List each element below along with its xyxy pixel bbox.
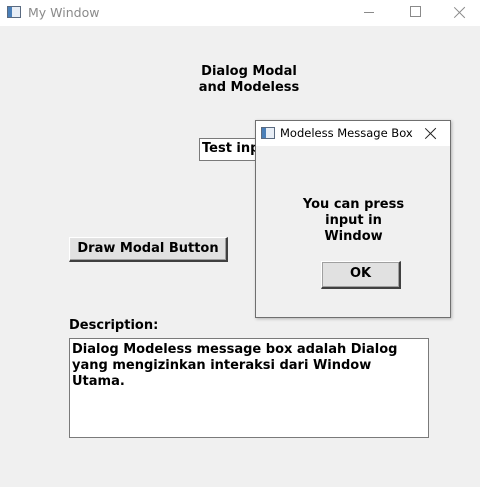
page-heading: Dialog Modal and Modeless [198,64,300,95]
close-button[interactable] [438,0,480,26]
dialog-title-bar[interactable]: Modeless Message Box [256,121,450,146]
maximize-button[interactable] [392,0,438,26]
description-label: Description: [69,318,159,333]
dialog-window-icon [261,127,275,139]
minimize-button[interactable] [346,0,392,26]
dialog-close-icon[interactable] [422,125,440,143]
description-textarea[interactable]: Dialog Modeless message box adalah Dialo… [69,338,429,438]
dialog-message: You can press input in Window [302,197,405,244]
close-icon [454,6,466,18]
maximize-icon [410,6,421,17]
modeless-dialog: Modeless Message Box You can press input… [255,120,451,318]
window-title: My Window [28,5,100,20]
ok-button[interactable]: OK [321,261,401,289]
minimize-icon [364,12,374,13]
main-window: My Window Dialog Modal and Modeless Test… [0,0,480,487]
title-bar[interactable]: My Window [0,0,480,26]
draw-modal-button[interactable]: Draw Modal Button [69,237,228,262]
dialog-title: Modeless Message Box [280,126,413,140]
window-icon [7,6,21,18]
